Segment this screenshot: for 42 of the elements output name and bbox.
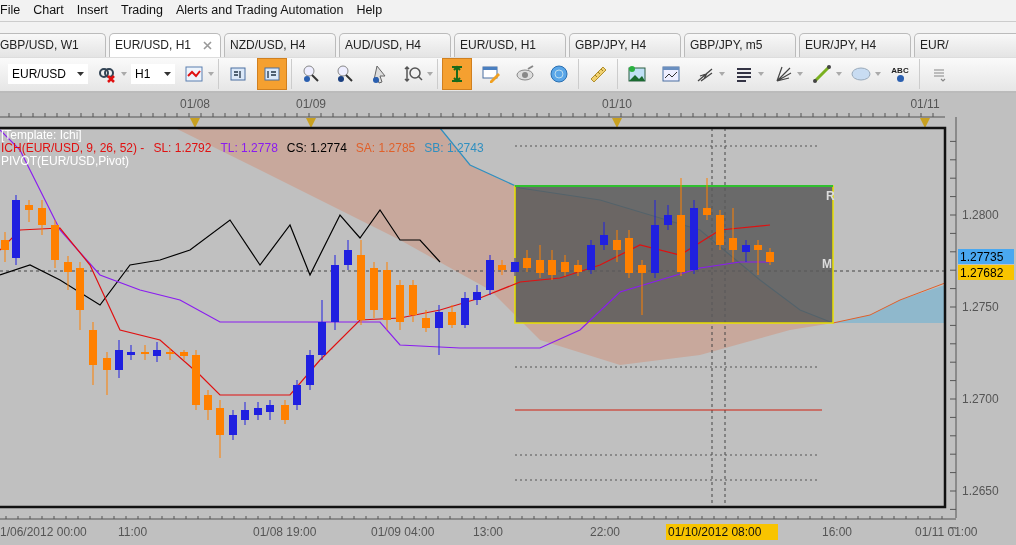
chart-tab[interactable]: EUR/USD, H1 [109,32,221,57]
price-label: 1.2750 [962,300,999,314]
indicator-value: SA: 1.2785 [355,142,416,155]
menu-item[interactable]: File [0,2,21,17]
price-label: 1.2800 [962,208,999,222]
date-label: 01/11 [910,97,940,111]
chart-tab[interactable]: AUD/USD, H4 [339,32,451,57]
symbol-dropdown[interactable]: EUR/USD [8,64,88,85]
chart-tab[interactable]: NZD/USD, H4 [224,32,336,57]
indicator-value: CS: 1.2774 [286,142,347,155]
chart-tab[interactable]: EUR/ [914,32,1016,57]
chart-tab[interactable]: GBP/JPY, H4 [569,32,681,57]
indicator-value: SL: 1.2792 [153,142,212,155]
price-value: 1.27682 [960,266,1004,280]
menu-item[interactable]: Help [356,2,383,17]
text-tool-button[interactable]: ABC [885,58,915,91]
time-label: 01/11 01:00 [915,525,978,539]
time-label: 11:00 [118,525,148,539]
date-label: 01/09 [296,97,326,111]
chart-tab[interactable]: GBP/USD, W1 [0,32,106,57]
time-label: 01/08 19:00 [253,525,317,539]
time-label: 16:00 [822,525,853,539]
menu-item[interactable]: Chart [33,2,64,17]
price-value: 1.27735 [960,250,1004,264]
period-dropdown[interactable]: H1 [131,64,175,85]
indicator-value: TL: 1.2778 [220,142,278,155]
time-label: 22:00 [590,525,621,539]
chart-tab[interactable]: GBP/JPY, m5 [684,32,796,57]
menu-item[interactable]: Trading [121,2,163,17]
price-label: 1.2700 [962,392,999,406]
chart-tab[interactable]: EUR/JPY, H4 [799,32,911,57]
menu-item[interactable]: Insert [76,2,108,17]
price-label: 1.2650 [962,484,999,498]
time-label: 01/09 04:00 [371,525,435,539]
date-label: 01/08 [180,97,210,111]
time-label: 01/10/2012 08:00 [668,525,762,539]
chart-tab[interactable]: EUR/USD, H1 [454,32,566,57]
time-label: 13:00 [473,525,504,539]
zone-label: M [822,257,832,271]
date-label: 01/10 [602,97,632,111]
time-label: 1/06/2012 00:00 [0,525,87,539]
menu-item[interactable]: Alerts and Trading Automation [175,2,344,17]
